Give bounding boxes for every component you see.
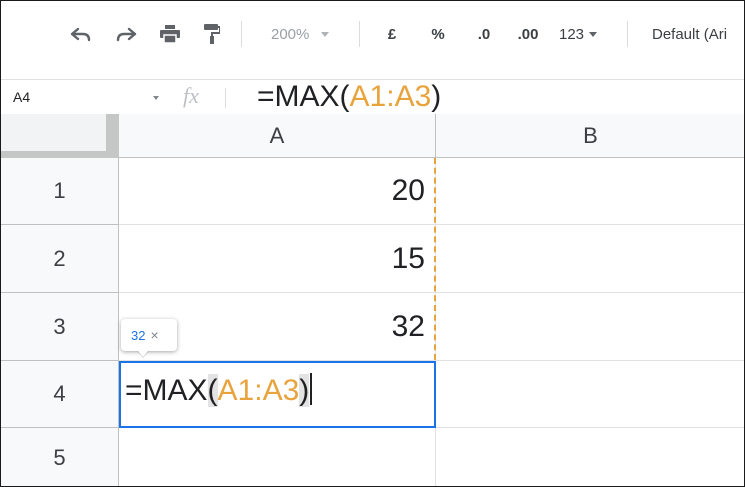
cell-b1[interactable] <box>436 158 744 225</box>
cell-a4-editor[interactable]: =MAX(A1:A3) <box>119 361 436 428</box>
toolbar-divider <box>241 21 242 47</box>
decrease-decimal-label: .0 <box>477 25 491 43</box>
name-box[interactable]: A4 <box>13 89 30 105</box>
increase-decimal-label: .00 <box>517 25 539 43</box>
editor-open-paren: ( <box>207 374 218 407</box>
chevron-down-icon[interactable] <box>153 96 159 100</box>
toolbar-divider <box>627 21 628 47</box>
preview-pointer <box>137 350 149 357</box>
redo-icon[interactable] <box>114 23 138 45</box>
row-header-3[interactable]: 3 <box>1 293 119 361</box>
formula-bar-divider <box>225 88 226 108</box>
currency-label: £ <box>387 25 397 43</box>
toolbar-divider <box>359 21 360 47</box>
zoom-value: 200% <box>271 25 310 43</box>
spreadsheet-window: 200% £ % .0 .00 123 Default (Ari A4 fx =… <box>0 0 745 487</box>
cell-b3[interactable] <box>436 293 744 361</box>
preview-value: 32 <box>131 327 146 343</box>
formula-open-paren: ( <box>339 80 350 113</box>
formula-close-paren: ) <box>431 80 442 113</box>
formula-function: =MAX <box>257 80 340 113</box>
cell-a5[interactable] <box>119 428 436 486</box>
editor-range-end: A3 <box>262 374 300 407</box>
row-header-5[interactable]: 5 <box>1 428 119 486</box>
format-percent-button[interactable]: % <box>427 23 449 45</box>
editor-function: =MAX <box>125 374 208 407</box>
formula-range-colon: : <box>386 80 395 113</box>
print-icon[interactable] <box>158 23 182 45</box>
formula-range-start: A1 <box>349 80 387 113</box>
undo-icon[interactable] <box>69 23 93 45</box>
formula-bar: A4 fx =MAX(A1:A3) <box>1 79 744 115</box>
editor-range-colon: : <box>254 374 263 407</box>
percent-label: % <box>431 25 445 43</box>
freeze-row-handle[interactable] <box>1 151 119 158</box>
fx-icon: fx <box>183 83 199 108</box>
editor-range-start: A1 <box>217 374 255 407</box>
font-family-label: Default (Ari <box>652 25 728 43</box>
font-family-select[interactable]: Default (Ari <box>652 23 744 45</box>
row-header-1[interactable]: 1 <box>1 158 119 225</box>
editor-close-paren: ) <box>299 374 310 407</box>
close-icon[interactable]: × <box>150 327 158 343</box>
formula-range-end: A3 <box>394 80 432 113</box>
chevron-down-icon <box>589 31 598 37</box>
cell-b2[interactable] <box>436 225 744 293</box>
formula-input[interactable]: =MAX(A1:A3) <box>257 79 441 115</box>
increase-decimal-button[interactable]: .00 <box>509 23 547 45</box>
cell-editor-formula[interactable]: =MAX(A1:A3) <box>125 373 313 409</box>
zoom-select[interactable]: 200% <box>271 23 341 45</box>
column-header-a[interactable]: A <box>119 114 436 158</box>
range-highlight-border <box>434 158 436 360</box>
cell-b4[interactable] <box>436 361 744 428</box>
cell-a1[interactable]: 20 <box>119 158 436 225</box>
chevron-down-icon <box>321 31 330 37</box>
row-header-4[interactable]: 4 <box>1 361 119 428</box>
paint-format-icon[interactable] <box>201 23 223 45</box>
cell-b5[interactable] <box>436 428 744 486</box>
more-formats-label: 123 <box>559 25 585 43</box>
decrease-decimal-button[interactable]: .0 <box>469 23 499 45</box>
more-formats-select[interactable]: 123 <box>559 23 615 45</box>
cell-a2[interactable]: 15 <box>119 225 436 293</box>
text-cursor <box>310 373 313 405</box>
formula-result-preview: 32 × <box>121 319 177 351</box>
column-header-b[interactable]: B <box>436 114 744 158</box>
format-currency-button[interactable]: £ <box>381 23 403 45</box>
toolbar: 200% £ % .0 .00 123 Default (Ari <box>1 1 744 67</box>
row-header-2[interactable]: 2 <box>1 225 119 293</box>
